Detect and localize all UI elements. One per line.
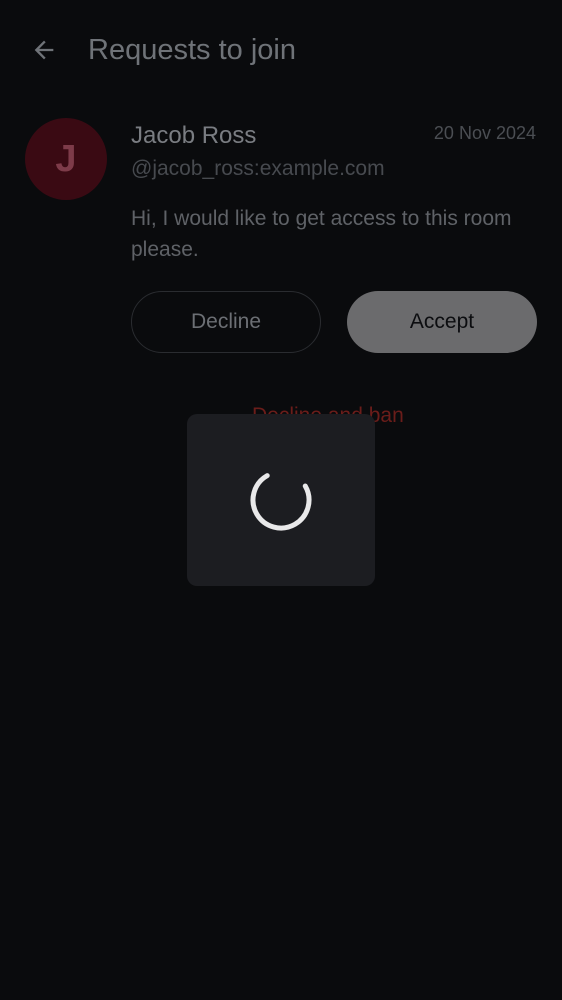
decline-button[interactable]: Decline xyxy=(131,291,321,353)
avatar-initial: J xyxy=(55,137,77,180)
request-message: Hi, I would like to get access to this r… xyxy=(131,207,512,261)
avatar[interactable]: J xyxy=(25,118,107,200)
loading-dialog xyxy=(187,414,375,586)
requester-name: Jacob Ross xyxy=(131,122,257,149)
request-date: 20 Nov 2024 xyxy=(433,123,536,143)
requests-to-join-screen: Requests to join J Jacob Ross 20 Nov 202… xyxy=(0,0,562,1000)
loading-spinner-icon xyxy=(250,469,312,531)
accept-button[interactable]: Accept xyxy=(347,291,537,353)
top-app-bar: Requests to join xyxy=(0,0,562,100)
back-button[interactable] xyxy=(22,28,66,72)
page-title: Requests to join xyxy=(88,34,296,66)
arrow-back-icon xyxy=(34,40,54,60)
requester-user-id: @jacob_ross:example.com xyxy=(131,157,385,180)
